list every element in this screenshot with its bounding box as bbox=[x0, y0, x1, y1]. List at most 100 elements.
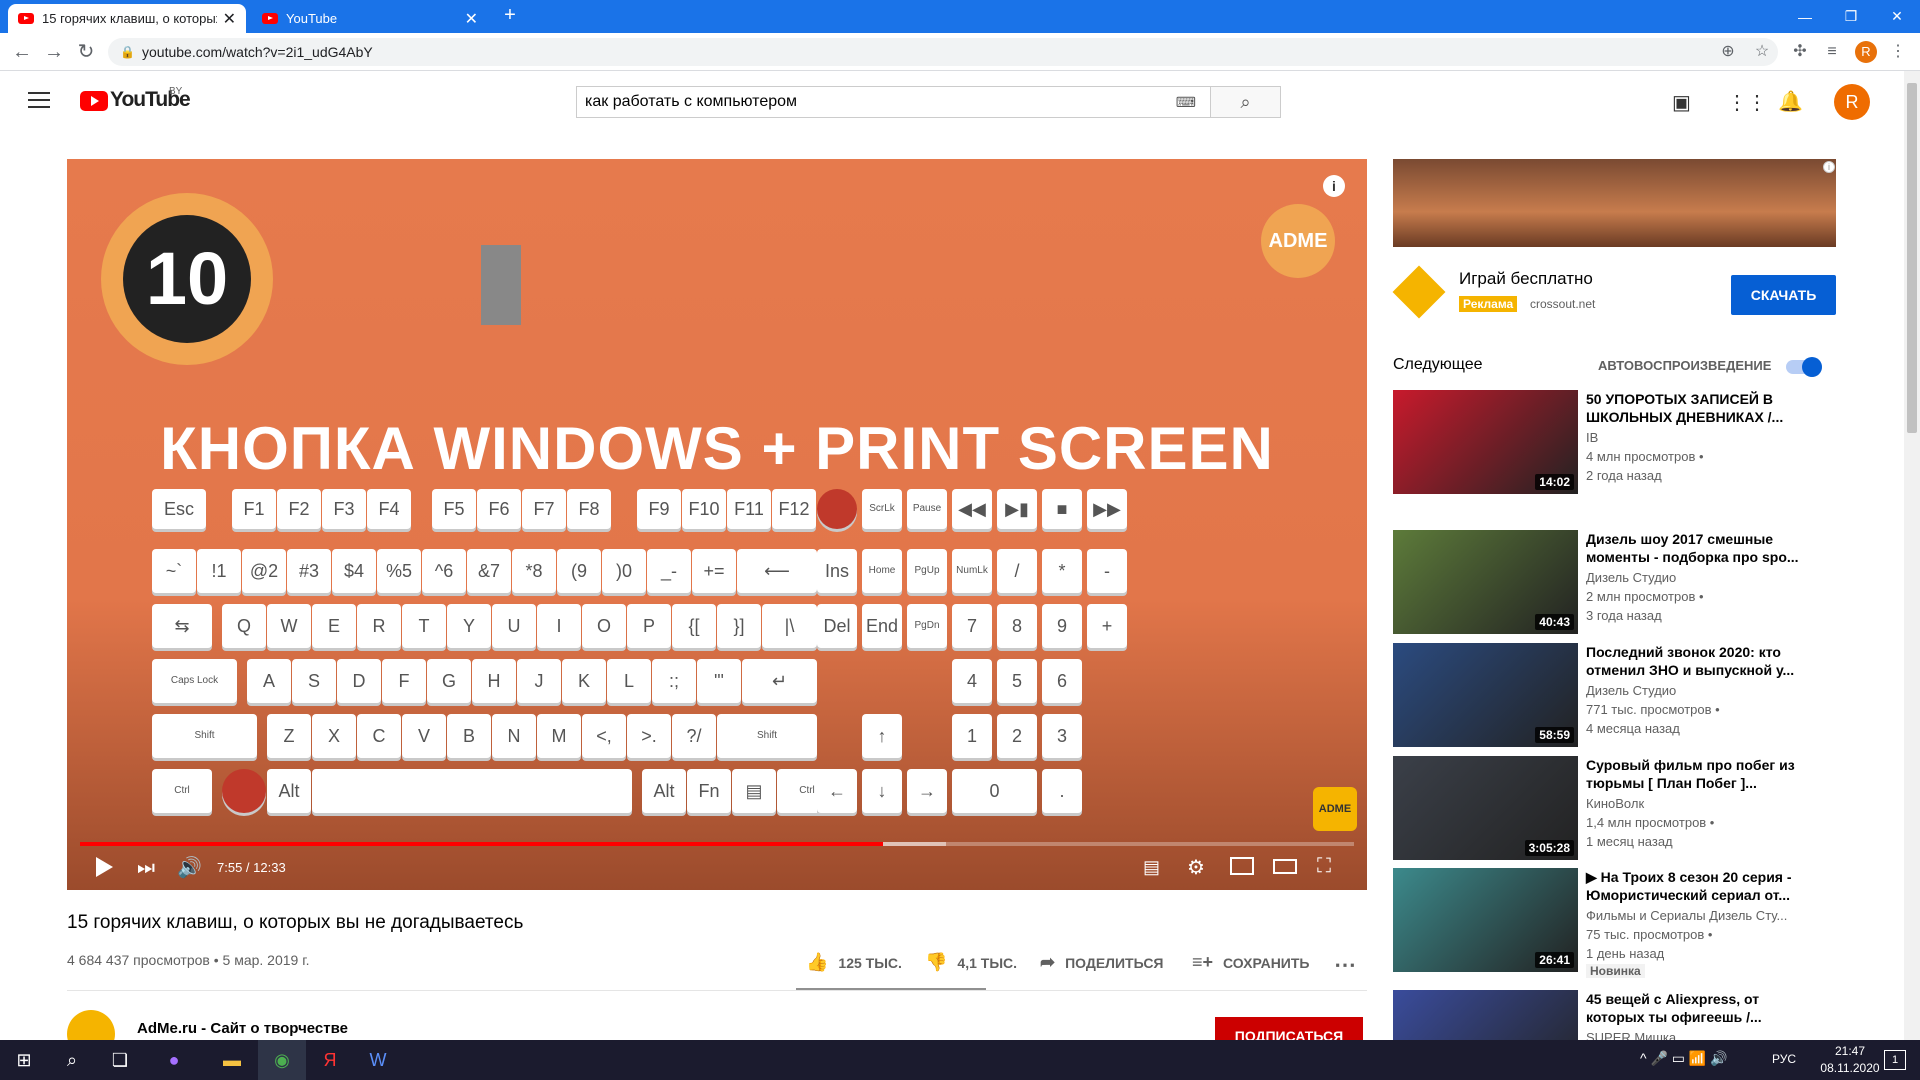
recommended-video[interactable]: 3:05:28 Суровый фильм про побег из тюрьм… bbox=[1393, 756, 1873, 860]
dislike-button[interactable]: 👎 4,1 ТЫС. bbox=[925, 952, 1017, 973]
yandex-browser-icon[interactable]: Я bbox=[306, 1040, 354, 1080]
user-avatar[interactable]: R bbox=[1834, 84, 1870, 120]
rec-title[interactable]: 45 вещей с Aliexpress, от которых ты офи… bbox=[1586, 990, 1816, 1026]
rec-channel[interactable]: IB bbox=[1586, 430, 1816, 445]
theater-mode-icon[interactable] bbox=[1273, 859, 1297, 874]
crossout-logo bbox=[1392, 265, 1446, 319]
badge-number: 10 bbox=[123, 215, 251, 343]
ad-download-button[interactable]: СКАЧАТЬ bbox=[1731, 275, 1836, 315]
ad-title[interactable]: Играй бесплатно bbox=[1459, 269, 1593, 289]
keyboard-key: Fn bbox=[687, 769, 731, 813]
new-tab-icon[interactable]: + bbox=[498, 4, 522, 30]
notifications-center-icon[interactable]: 1 bbox=[1884, 1050, 1906, 1070]
keyboard-key: 5 bbox=[997, 659, 1037, 703]
clock-time[interactable]: 21:47 bbox=[1820, 1044, 1880, 1058]
search-button[interactable]: ⌕ bbox=[1210, 86, 1281, 118]
youtube-favicon-icon bbox=[18, 13, 34, 24]
recommended-video[interactable]: 58:59 Последний звонок 2020: кто отменил… bbox=[1393, 643, 1873, 747]
address-bar[interactable]: 🔒 youtube.com/watch?v=2i1_udG4AbY bbox=[108, 38, 1778, 66]
keyboard-key: Home bbox=[862, 549, 902, 593]
tray-icons[interactable]: ^ 🎤 ▭ 📶 🔊 bbox=[1640, 1050, 1728, 1067]
browser-menu-icon[interactable]: ⋮ bbox=[1886, 40, 1910, 64]
next-icon[interactable]: ⏭ bbox=[137, 857, 155, 880]
recommended-video[interactable]: 14:02 50 УПОРОТЫХ ЗАПИСЕЙ В ШКОЛЬНЫХ ДНЕ… bbox=[1393, 390, 1873, 494]
duration-badge: 40:43 bbox=[1535, 614, 1574, 630]
notifications-bell-icon[interactable]: 🔔 bbox=[1778, 89, 1803, 113]
ad-banner-image[interactable] bbox=[1393, 159, 1836, 247]
video-thumbnail[interactable]: 58:59 bbox=[1393, 643, 1578, 747]
rec-title[interactable]: 50 УПОРОТЫХ ЗАПИСЕЙ В ШКОЛЬНЫХ ДНЕВНИКАХ… bbox=[1586, 390, 1816, 426]
settings-gear-icon[interactable]: ⚙ bbox=[1187, 855, 1205, 880]
close-tab-icon[interactable]: ✕ bbox=[223, 9, 236, 29]
youtube-logo-icon[interactable] bbox=[80, 91, 108, 111]
more-actions-icon[interactable]: ⋯ bbox=[1334, 952, 1356, 978]
share-button[interactable]: ➦ ПОДЕЛИТЬСЯ bbox=[1040, 952, 1164, 973]
autoplay-toggle[interactable] bbox=[1786, 357, 1822, 377]
page-scrollbar[interactable] bbox=[1904, 71, 1920, 1040]
task-view-icon[interactable]: ❏ bbox=[96, 1040, 144, 1080]
info-icon[interactable]: i bbox=[1323, 175, 1345, 197]
keyboard-key: (9 bbox=[557, 549, 601, 593]
rec-channel[interactable]: КиноВолк bbox=[1586, 796, 1816, 811]
rec-channel[interactable]: Дизель Студио bbox=[1586, 570, 1816, 585]
windows-start-icon[interactable]: ⊞ bbox=[0, 1040, 48, 1080]
rec-title[interactable]: ▶ На Троих 8 сезон 20 серия - Юмористиче… bbox=[1586, 868, 1816, 904]
like-button[interactable]: 👍 125 ТЫС. bbox=[806, 952, 902, 973]
miniplayer-icon[interactable] bbox=[1230, 857, 1254, 875]
close-window-icon[interactable]: ✕ bbox=[1874, 0, 1920, 33]
file-explorer-icon[interactable]: ▬ bbox=[208, 1040, 256, 1080]
rec-title[interactable]: Последний звонок 2020: кто отменил ЗНО и… bbox=[1586, 643, 1816, 679]
play-icon[interactable] bbox=[92, 855, 116, 879]
hamburger-menu-icon[interactable] bbox=[28, 92, 50, 110]
rec-title[interactable]: Суровый фильм про побег из тюрьмы [ План… bbox=[1586, 756, 1816, 792]
alice-assistant-icon[interactable]: ● bbox=[150, 1040, 198, 1080]
create-video-icon[interactable]: ▣ bbox=[1672, 90, 1696, 114]
minimize-icon[interactable]: — bbox=[1782, 0, 1828, 33]
zoom-icon[interactable]: ⊕ bbox=[1716, 40, 1740, 64]
restore-icon[interactable]: ❐ bbox=[1828, 0, 1874, 33]
channel-name[interactable]: AdMe.ru - Сайт о творчестве bbox=[137, 1020, 348, 1037]
language-indicator[interactable]: РУС bbox=[1772, 1052, 1796, 1066]
keyboard-key: P bbox=[627, 604, 671, 648]
chrome-icon[interactable]: ◉ bbox=[258, 1040, 306, 1080]
clock-date[interactable]: 08.11.2020 bbox=[1815, 1061, 1885, 1075]
keyboard-key: J bbox=[517, 659, 561, 703]
search-icon: ⌕ bbox=[1240, 92, 1251, 112]
save-button[interactable]: ≡+ СОХРАНИТЬ bbox=[1192, 952, 1309, 973]
keyboard-key: += bbox=[692, 549, 736, 593]
ad-info-icon[interactable]: i bbox=[1823, 161, 1835, 173]
progress-track[interactable] bbox=[80, 842, 1354, 846]
recommended-video[interactable]: 40:43 Дизель шоу 2017 смешные моменты - … bbox=[1393, 530, 1873, 634]
keyboard-key: Q bbox=[222, 604, 266, 648]
back-icon[interactable]: ← bbox=[8, 40, 36, 64]
search-input[interactable]: как работать с компьютером ⌨ bbox=[576, 86, 1211, 118]
volume-icon[interactable]: 🔊 bbox=[177, 855, 202, 880]
recommended-video[interactable]: 26:41 ▶ На Троих 8 сезон 20 серия - Юмор… bbox=[1393, 868, 1873, 978]
taskbar-search-icon[interactable]: ⌕ bbox=[48, 1040, 96, 1080]
rec-channel[interactable]: Фильмы и Сериалы Дизель Сту... bbox=[1586, 908, 1816, 923]
video-thumbnail[interactable]: 26:41 bbox=[1393, 868, 1578, 972]
video-title: 15 горячих клавиш, о которых вы не догад… bbox=[67, 912, 524, 933]
reload-icon[interactable]: ↻ bbox=[72, 40, 100, 64]
apps-grid-icon[interactable]: ⋮⋮ bbox=[1727, 90, 1767, 114]
keyboard-key: S bbox=[292, 659, 336, 703]
video-thumbnail[interactable]: 3:05:28 bbox=[1393, 756, 1578, 860]
media-icon[interactable]: ≡ bbox=[1820, 40, 1844, 64]
rec-title[interactable]: Дизель шоу 2017 смешные моменты - подбор… bbox=[1586, 530, 1816, 566]
browser-profile-avatar[interactable]: R bbox=[1855, 41, 1877, 63]
extensions-icon[interactable]: ✣ bbox=[1788, 40, 1812, 64]
forward-icon[interactable]: → bbox=[40, 40, 68, 64]
video-thumbnail[interactable]: 14:02 bbox=[1393, 390, 1578, 494]
keyboard-icon[interactable]: ⌨ bbox=[1176, 87, 1196, 117]
subtitles-icon[interactable]: ▤ bbox=[1143, 857, 1160, 878]
close-tab-icon[interactable]: ✕ bbox=[465, 9, 478, 29]
rec-age: 1 день назад bbox=[1586, 946, 1665, 961]
browser-tab-active[interactable]: 15 горячих клавиш, о которых в ✕ bbox=[8, 4, 246, 33]
word-icon[interactable]: W bbox=[354, 1040, 402, 1080]
video-player[interactable]: 10 ADME i КНОПКА WINDOWS + PRINT SCREEN … bbox=[67, 159, 1367, 890]
browser-tab[interactable]: YouTube ✕ bbox=[252, 4, 488, 33]
bookmark-star-icon[interactable]: ☆ bbox=[1750, 40, 1774, 64]
rec-channel[interactable]: Дизель Студио bbox=[1586, 683, 1816, 698]
video-thumbnail[interactable]: 40:43 bbox=[1393, 530, 1578, 634]
fullscreen-icon[interactable]: ⛶ bbox=[1317, 855, 1331, 878]
